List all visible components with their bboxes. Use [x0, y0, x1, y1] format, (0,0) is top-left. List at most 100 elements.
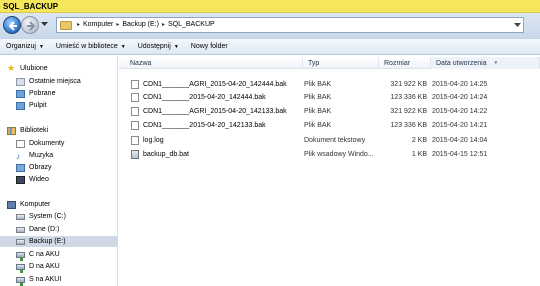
- nav-drive-d[interactable]: Dane (D:): [0, 224, 117, 235]
- file-name: log.log: [143, 137, 164, 144]
- nav-label: Wideo: [29, 176, 49, 183]
- nav-label: Muzyka: [29, 152, 54, 159]
- nav-label: Dokumenty: [29, 140, 65, 147]
- file-size: 321 922 KB: [390, 108, 427, 115]
- new-folder-button[interactable]: Nowy folder: [185, 43, 234, 50]
- column-name-label: Nazwa: [130, 59, 152, 67]
- file-name: CDN1_______AGRI_2015-04-20_142133.bak: [143, 108, 287, 115]
- folder-icon: [60, 21, 72, 30]
- file-name: CDN1_______2015-04-20_142444.bak: [143, 94, 266, 101]
- forward-button[interactable]: [21, 16, 39, 34]
- chevron-right-icon[interactable]: ▸: [162, 21, 165, 28]
- back-button[interactable]: [3, 16, 21, 34]
- crumb-backup-drive[interactable]: Backup (E:): [122, 21, 159, 28]
- include-in-library-button[interactable]: Umieść w bibliotece ▼: [50, 43, 132, 50]
- nav-label: D na AKU: [29, 263, 60, 270]
- nav-network-c[interactable]: C na AKU: [0, 249, 117, 261]
- file-row[interactable]: CDN1_______AGRI_2015-04-20_142133.bak Pl…: [119, 106, 540, 117]
- file-size: 123 336 KB: [390, 122, 427, 129]
- nav-label: Ostatnie miejsca: [29, 78, 81, 85]
- nav-documents[interactable]: Dokumenty: [0, 138, 117, 149]
- nav-label: Komputer: [20, 201, 51, 208]
- desktop-icon: [16, 101, 25, 110]
- nav-computer[interactable]: Komputer: [0, 199, 117, 210]
- network-drive-icon: [16, 251, 25, 261]
- computer-icon: [7, 200, 16, 209]
- nav-drive-e[interactable]: Backup (E:): [0, 236, 117, 247]
- file-row[interactable]: log.log Dokument tekstowy 2 KB 2015-04-2…: [119, 135, 540, 146]
- file-size: 321 922 KB: [390, 81, 427, 88]
- network-drive-icon: [16, 276, 25, 286]
- file-type: Plik BAK: [304, 108, 332, 115]
- include-in-library-label: Umieść w bibliotece: [55, 43, 118, 50]
- nav-label: S na AKUI: [29, 276, 62, 283]
- nav-videos[interactable]: Wideo: [0, 174, 117, 185]
- file-row[interactable]: backup_db.bat Plik wsadowy Windo... 1 KB…: [119, 149, 540, 160]
- sort-descending-icon: ▾: [494, 60, 498, 66]
- nav-drive-c[interactable]: System (C:): [0, 211, 117, 222]
- file-size: 2 KB: [411, 137, 427, 144]
- chevron-right-icon[interactable]: ▸: [116, 21, 119, 28]
- arrow-right-icon: [27, 21, 36, 31]
- nav-recent-places[interactable]: Ostatnie miejsca: [0, 76, 117, 87]
- address-dropdown-icon[interactable]: [514, 21, 521, 29]
- address-bar[interactable]: ▸ Komputer ▸ Backup (E:) ▸ SQL_BACKUP: [56, 17, 524, 33]
- column-header: Nazwa Typ Rozmiar Data utworzenia ▾: [119, 57, 540, 69]
- chevron-down-icon: ▼: [38, 43, 44, 50]
- command-bar: Organizuj ▼ Umieść w bibliotece ▼ Udostę…: [0, 38, 540, 55]
- column-size[interactable]: Rozmiar: [379, 57, 431, 69]
- column-size-label: Rozmiar: [384, 59, 411, 67]
- file-type: Plik BAK: [304, 94, 332, 101]
- file-date: 2015-04-20 14:22: [432, 108, 488, 115]
- nav-label: Obrazy: [29, 164, 52, 171]
- documents-icon: [16, 139, 25, 148]
- chevron-down-icon: ▼: [173, 43, 179, 50]
- nav-label: C na AKU: [29, 251, 60, 258]
- nav-libraries[interactable]: Biblioteki: [0, 125, 117, 136]
- recent-places-icon: [16, 77, 25, 86]
- chevron-right-icon[interactable]: ▸: [77, 21, 80, 28]
- nav-favorites[interactable]: ★ Ulubione: [0, 63, 117, 74]
- file-row[interactable]: CDN1_______2015-04-20_142133.bak Plik BA…: [119, 120, 540, 131]
- star-icon: ★: [7, 63, 16, 73]
- history-dropdown-icon[interactable]: [41, 22, 48, 27]
- pictures-icon: [16, 163, 25, 172]
- file-row[interactable]: CDN1_______AGRI_2015-04-20_142444.bak Pl…: [119, 79, 540, 90]
- nav-network-s[interactable]: S na AKUI: [0, 274, 117, 286]
- file-size: 123 336 KB: [390, 94, 427, 101]
- file-type: Plik wsadowy Windo...: [304, 151, 374, 158]
- share-button[interactable]: Udostępnij ▼: [132, 43, 185, 50]
- column-type[interactable]: Typ: [303, 57, 379, 69]
- nav-desktop[interactable]: Pulpit: [0, 100, 117, 111]
- window-title: SQL_BACKUP: [3, 2, 59, 11]
- file-type: Plik BAK: [304, 122, 332, 129]
- network-drive-icon: [16, 263, 25, 273]
- column-name[interactable]: Nazwa: [125, 57, 303, 69]
- column-date-created[interactable]: Data utworzenia ▾: [431, 57, 540, 69]
- nav-label: Pobrane: [29, 90, 56, 97]
- file-name: backup_db.bat: [143, 151, 189, 158]
- file-date: 2015-04-20 14:04: [432, 137, 488, 144]
- file-name: CDN1_______AGRI_2015-04-20_142444.bak: [143, 81, 287, 88]
- nav-music[interactable]: ♪ Muzyka: [0, 150, 117, 161]
- crumb-computer[interactable]: Komputer: [83, 21, 113, 28]
- arrow-left-icon: [8, 21, 17, 31]
- chevron-down-icon: ▼: [120, 43, 126, 50]
- hard-drive-icon: [16, 238, 25, 245]
- file-date: 2015-04-20 14:25: [432, 81, 488, 88]
- file-name: CDN1_______2015-04-20_142133.bak: [143, 122, 266, 129]
- nav-label: Dane (D:): [29, 226, 60, 233]
- hard-drive-icon: [16, 213, 25, 220]
- nav-downloads[interactable]: Pobrane: [0, 88, 117, 99]
- file-row[interactable]: CDN1_______2015-04-20_142444.bak Plik BA…: [119, 92, 540, 103]
- music-icon: ♪: [16, 151, 20, 161]
- organize-label: Organizuj: [6, 43, 36, 50]
- nav-network-d[interactable]: D na AKU: [0, 261, 117, 273]
- new-folder-label: Nowy folder: [190, 43, 228, 50]
- downloads-icon: [16, 89, 25, 98]
- file-date: 2015-04-20 14:24: [432, 94, 488, 101]
- organize-button[interactable]: Organizuj ▼: [0, 43, 50, 50]
- share-label: Udostępnij: [137, 43, 171, 50]
- crumb-sql-backup[interactable]: SQL_BACKUP: [168, 21, 215, 28]
- nav-pictures[interactable]: Obrazy: [0, 162, 117, 173]
